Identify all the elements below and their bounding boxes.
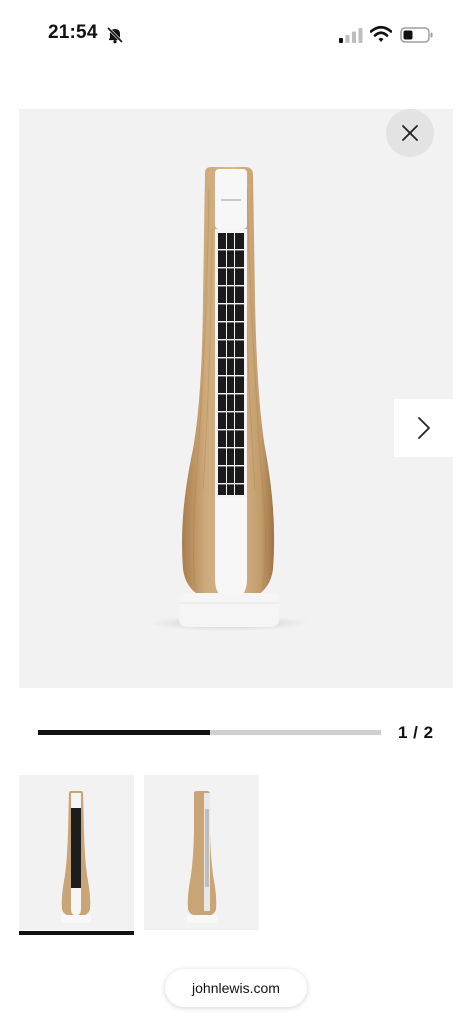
signal-icon — [339, 28, 363, 43]
url-bar[interactable]: johnlewis.com — [165, 969, 307, 1007]
status-bar: 21:54 — [0, 0, 472, 70]
battery-icon — [400, 27, 433, 43]
chevron-right-icon — [417, 417, 430, 439]
thumbnail-image-angled — [187, 791, 217, 923]
url-text: johnlewis.com — [192, 980, 280, 996]
status-time: 21:54 — [48, 22, 98, 43]
close-icon — [402, 125, 418, 141]
thumbnail-1[interactable] — [19, 775, 134, 930]
page-counter: 1 / 2 — [398, 723, 434, 742]
image-progress-fill — [38, 730, 210, 735]
selected-thumbnail-indicator — [19, 931, 134, 935]
close-button[interactable] — [386, 109, 434, 157]
thumbnail-2[interactable] — [144, 775, 259, 930]
image-viewer[interactable] — [19, 109, 453, 688]
next-image-button[interactable] — [394, 399, 453, 457]
product-image-tower-fan — [149, 167, 309, 631]
wifi-icon — [370, 25, 392, 42]
image-progress-bar — [38, 730, 381, 735]
thumbnail-image-front — [61, 791, 91, 923]
bell-slash-icon — [106, 26, 124, 44]
